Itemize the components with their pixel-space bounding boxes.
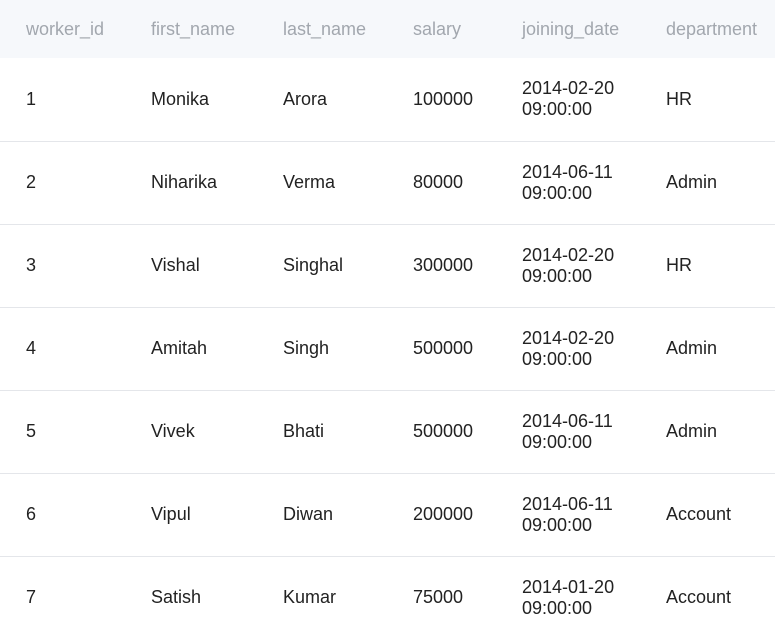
joining-date-time: 09:00:00 [522,348,593,369]
cell-salary: 500000 [413,421,474,441]
column-header-joining-date[interactable]: joining_date [496,0,640,58]
table-row[interactable]: 6 Vipul Diwan 200000 2014-06-11 09:00:00 … [0,473,775,556]
joining-date-time: 09:00:00 [522,514,593,535]
table-row[interactable]: 5 Vivek Bhati 500000 2014-06-11 09:00:00 … [0,390,775,473]
cell-joining-date: 2014-01-20 09:00:00 [496,556,640,639]
cell-last-name: Diwan [283,504,334,524]
cell-worker-id: 5 [26,421,37,441]
cell-first-name: Vishal [151,255,200,275]
cell-joining-date: 2014-02-20 09:00:00 [496,224,640,307]
joining-date-time: 09:00:00 [522,431,593,452]
cell-last-name: Arora [283,88,328,109]
joining-date-day: 2014-01-20 [522,576,615,597]
cell-salary: 75000 [413,587,464,608]
cell-joining-date: 2014-02-20 09:00:00 [496,58,640,141]
joining-date-time: 09:00:00 [522,597,593,618]
column-header-worker-id[interactable]: worker_id [0,0,125,58]
cell-department: HR [666,255,692,275]
cell-department: Admin [666,421,718,441]
table-row[interactable]: 7 Satish Kumar 75000 2014-01-20 09:00:00 … [0,556,775,639]
results-table: worker_id first_name last_name salary jo… [0,0,775,639]
query-results-table: worker_id first_name last_name salary jo… [0,0,775,642]
cell-joining-date: 2014-02-20 09:00:00 [496,307,640,390]
cell-last-name: Verma [283,172,336,192]
table-row[interactable]: 4 Amitah Singh 500000 2014-02-20 09:00:00… [0,307,775,390]
column-header-last-name[interactable]: last_name [257,0,387,58]
cell-last-name: Kumar [283,587,337,608]
cell-salary: 500000 [413,338,474,358]
cell-department: Admin [666,338,718,358]
cell-department: Account [666,587,732,608]
cell-first-name: Vivek [151,421,195,441]
cell-salary: 200000 [413,504,474,524]
cell-joining-date: 2014-06-11 09:00:00 [496,141,640,224]
cell-joining-date: 2014-06-11 09:00:00 [496,390,640,473]
cell-worker-id: 7 [26,587,37,608]
cell-first-name: Vipul [151,504,191,524]
cell-first-name: Monika [151,88,210,109]
table-row[interactable]: 1 Monika Arora 100000 2014-02-20 09:00:00… [0,58,775,141]
joining-date-day: 2014-02-20 [522,244,615,265]
joining-date-day: 2014-06-11 [522,493,613,514]
column-header-salary[interactable]: salary [387,0,496,58]
header-row: worker_id first_name last_name salary jo… [0,0,775,58]
joining-date-day: 2014-06-11 [522,161,613,182]
cell-first-name: Satish [151,587,202,608]
cell-worker-id: 6 [26,504,37,524]
joining-date-time: 09:00:00 [522,99,593,120]
table-body: 1 Monika Arora 100000 2014-02-20 09:00:00… [0,58,775,639]
cell-department: HR [666,88,692,109]
cell-last-name: Singhal [283,255,344,275]
cell-salary: 300000 [413,255,474,275]
joining-date-day: 2014-06-11 [522,410,613,431]
joining-date-time: 09:00:00 [522,182,593,203]
cell-last-name: Bhati [283,421,325,441]
cell-worker-id: 3 [26,255,37,275]
cell-first-name: Niharika [151,172,218,192]
table-header: worker_id first_name last_name salary jo… [0,0,775,58]
column-header-department[interactable]: department [640,0,775,58]
joining-date-time: 09:00:00 [522,265,593,286]
cell-salary: 100000 [413,88,474,109]
joining-date-day: 2014-02-20 [522,78,615,99]
cell-first-name: Amitah [151,338,208,358]
cell-department: Account [666,504,732,524]
cell-last-name: Singh [283,338,330,358]
cell-worker-id: 2 [26,172,37,192]
cell-worker-id: 4 [26,338,37,358]
cell-department: Admin [666,172,718,192]
table-row[interactable]: 3 Vishal Singhal 300000 2014-02-20 09:00:… [0,224,775,307]
cell-worker-id: 1 [26,88,37,109]
cell-joining-date: 2014-06-11 09:00:00 [496,473,640,556]
column-header-first-name[interactable]: first_name [125,0,257,58]
table-row[interactable]: 2 Niharika Verma 80000 2014-06-11 09:00:0… [0,141,775,224]
cell-salary: 80000 [413,172,464,192]
joining-date-day: 2014-02-20 [522,327,615,348]
